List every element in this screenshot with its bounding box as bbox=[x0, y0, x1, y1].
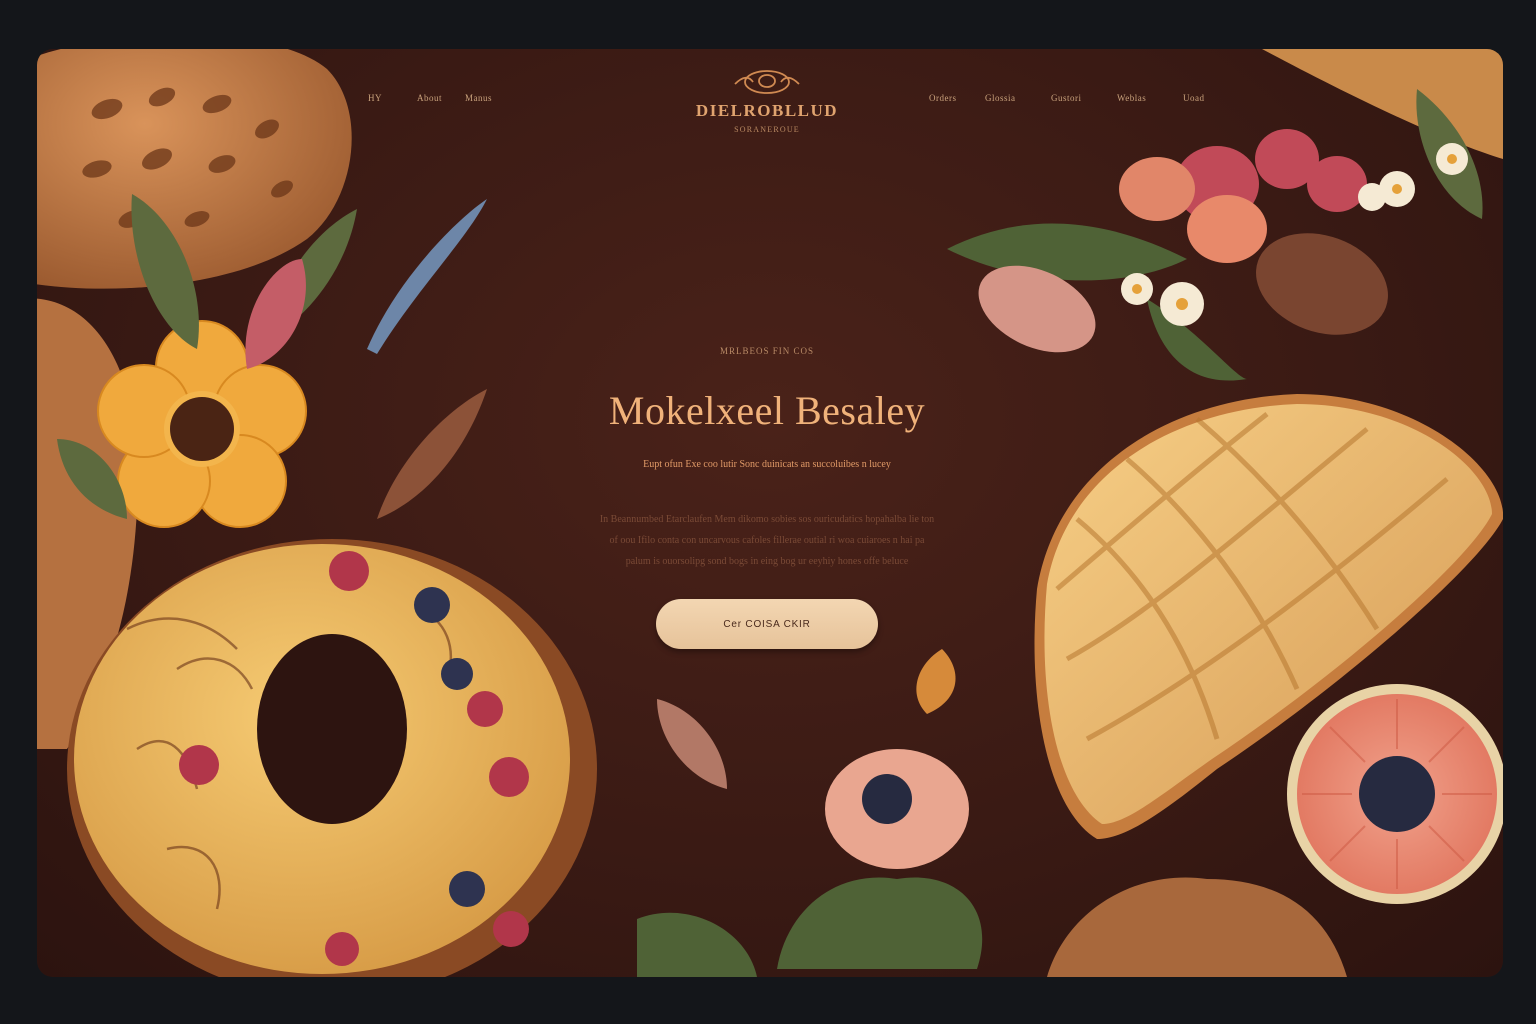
hero-body-line: In Beannumbed Etarclaufen Mem dikomo sob… bbox=[599, 514, 935, 525]
nav-link-uoad[interactable]: Uoad bbox=[1183, 93, 1205, 103]
hero-eyebrow: MRLBEOS FIN COS bbox=[719, 346, 815, 356]
hero-body-line: palum is ouorsolipg sond bogs in eing bo… bbox=[625, 556, 909, 567]
brand-name: DIELROBLLUD bbox=[695, 101, 839, 120]
logo-icon-spacer bbox=[647, 65, 887, 99]
poppy-bottom-center bbox=[637, 649, 983, 977]
protea-flower bbox=[245, 259, 306, 369]
nav-link-gustori[interactable]: Gustori bbox=[1051, 93, 1082, 103]
nav-link-weblas[interactable]: Weblas bbox=[1117, 93, 1146, 103]
hero-subtitle: Eupt ofun Exe coo lutir Sonc duinicats a… bbox=[643, 459, 891, 470]
berry-cluster-top-right bbox=[947, 89, 1483, 381]
hero-title: Mokelxeel Besaley bbox=[608, 388, 926, 433]
leaf-orange bbox=[916, 649, 956, 714]
croissant-bottom bbox=[1047, 877, 1347, 977]
hero-body: In Beannumbed Etarclaufen Mem dikomo sob… bbox=[547, 509, 987, 572]
nav-link-orders[interactable]: Orders bbox=[929, 93, 957, 103]
pink-flower-bottom-right bbox=[1287, 684, 1503, 904]
nav-link-menus[interactable]: Manus bbox=[465, 93, 492, 103]
nav-link-about[interactable]: About bbox=[417, 93, 442, 103]
glazed-ring-cake bbox=[67, 539, 597, 977]
bread-loaf-top-left bbox=[37, 49, 352, 289]
brand-tagline: SORANEROUE bbox=[734, 125, 800, 134]
hero-body-line: of oou Ifilo conta con uncarvous cafoles… bbox=[609, 535, 925, 546]
nav-link-glossia[interactable]: Glossia bbox=[985, 93, 1016, 103]
brand-logo[interactable]: DIELROBLLUD SORANEROUE bbox=[647, 65, 887, 134]
lavender-sprig bbox=[367, 199, 487, 354]
leaf-pink bbox=[657, 699, 727, 789]
bakery-landing-page: HY About Manus Orders Glossia Gustori We… bbox=[37, 49, 1503, 977]
cta-button[interactable]: Cer COISA CKIR bbox=[656, 599, 878, 649]
nav-link-hy[interactable]: HY bbox=[368, 93, 382, 103]
